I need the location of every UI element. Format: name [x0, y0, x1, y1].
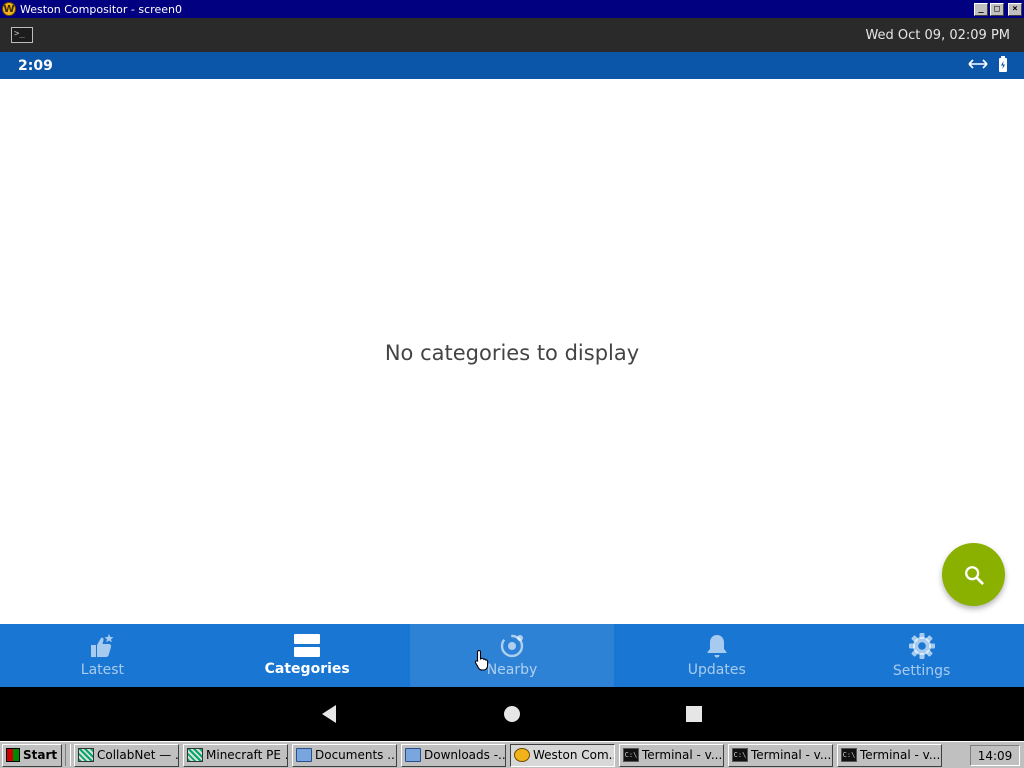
start-logo-icon: [6, 748, 20, 762]
folder-icon: [296, 748, 312, 762]
task-label: CollabNet — ...: [97, 748, 179, 762]
latest-icon: [91, 634, 114, 657]
nav-item-latest[interactable]: Latest: [0, 624, 205, 687]
nav-label-latest: Latest: [80, 662, 125, 678]
android-navigation-bar: [0, 687, 1024, 741]
window-title: Weston Compositor - screen0: [20, 2, 182, 16]
weston-icon: [514, 748, 530, 762]
bottom-navigation: Latest Categories Nearby Updates Setting…: [0, 624, 1024, 687]
task-label: Minecraft PE ...: [206, 748, 288, 762]
task-button-terminal-1[interactable]: C:\ Terminal - v...: [619, 743, 724, 767]
task-button-minecraft[interactable]: Minecraft PE ...: [183, 743, 288, 767]
empty-state-message: No categories to display: [384, 341, 640, 365]
home-icon[interactable]: [503, 704, 521, 728]
weston-panel: >_ Wed Oct 09, 02:09 PM: [0, 18, 1024, 52]
folder-icon: [405, 748, 421, 762]
recents-icon[interactable]: [685, 704, 703, 728]
nav-item-categories[interactable]: Categories: [205, 624, 410, 687]
bell-icon: [707, 635, 727, 658]
weston-icon: W: [2, 2, 16, 16]
nav-label-categories: Categories: [264, 661, 350, 677]
task-button-documents[interactable]: Documents ...: [292, 743, 397, 767]
task-button-weston[interactable]: Weston Com...: [510, 743, 615, 767]
nav-label-settings: Settings: [892, 663, 951, 679]
start-label: Start: [23, 748, 58, 762]
nav-item-settings[interactable]: Settings: [819, 624, 1024, 687]
task-button-downloads[interactable]: Downloads -...: [401, 743, 506, 767]
battery-icon: [998, 55, 1008, 76]
terminal-launcher-icon[interactable]: >_: [11, 27, 33, 43]
taskbar-separator: [65, 744, 71, 766]
window-titlebar[interactable]: W Weston Compositor - screen0 _ □ ×: [0, 0, 1024, 18]
terminal-icon: C:\: [841, 748, 857, 762]
back-icon[interactable]: [320, 704, 338, 728]
status-time: 2:09: [18, 57, 53, 74]
terminal-icon: C:\: [732, 748, 748, 762]
categories-icon: [294, 634, 321, 657]
hand-cursor-icon: [474, 649, 492, 675]
task-button-terminal-3[interactable]: C:\ Terminal - v...: [837, 743, 942, 767]
nav-label-updates: Updates: [687, 662, 746, 678]
task-button-collabnet[interactable]: CollabNet — ...: [74, 743, 179, 767]
maximize-button[interactable]: □: [990, 2, 1004, 16]
task-label: Terminal - v...: [860, 748, 941, 762]
search-fab-button[interactable]: [942, 543, 1005, 606]
panel-clock: Wed Oct 09, 02:09 PM: [865, 27, 1010, 43]
task-label: Documents ...: [315, 748, 397, 762]
task-label: Terminal - v...: [751, 748, 832, 762]
network-arrows-icon: [968, 58, 988, 74]
terminal-icon: C:\: [623, 748, 639, 762]
taskbar: Start CollabNet — ... Minecraft PE ... D…: [0, 741, 1024, 768]
task-button-terminal-2[interactable]: C:\ Terminal - v...: [728, 743, 833, 767]
minimize-button[interactable]: _: [974, 2, 988, 16]
task-label: Downloads -...: [424, 748, 506, 762]
close-button[interactable]: ×: [1008, 2, 1022, 16]
cross-icon: [78, 748, 94, 762]
cross-icon: [187, 748, 203, 762]
main-content: No categories to display: [0, 79, 1024, 624]
tray-clock: 14:09: [970, 745, 1020, 766]
start-button[interactable]: Start: [2, 743, 62, 767]
nav-item-updates[interactable]: Updates: [614, 624, 819, 687]
status-icons: [968, 55, 1008, 76]
nav-label-nearby: Nearby: [486, 662, 538, 678]
nearby-icon: [500, 634, 524, 658]
nav-item-nearby[interactable]: Nearby: [409, 624, 615, 687]
search-icon: [964, 565, 984, 585]
task-label: Terminal - v...: [642, 748, 723, 762]
android-status-bar: 2:09: [0, 52, 1024, 79]
gear-icon: [908, 633, 935, 659]
task-label: Weston Com...: [533, 748, 615, 762]
